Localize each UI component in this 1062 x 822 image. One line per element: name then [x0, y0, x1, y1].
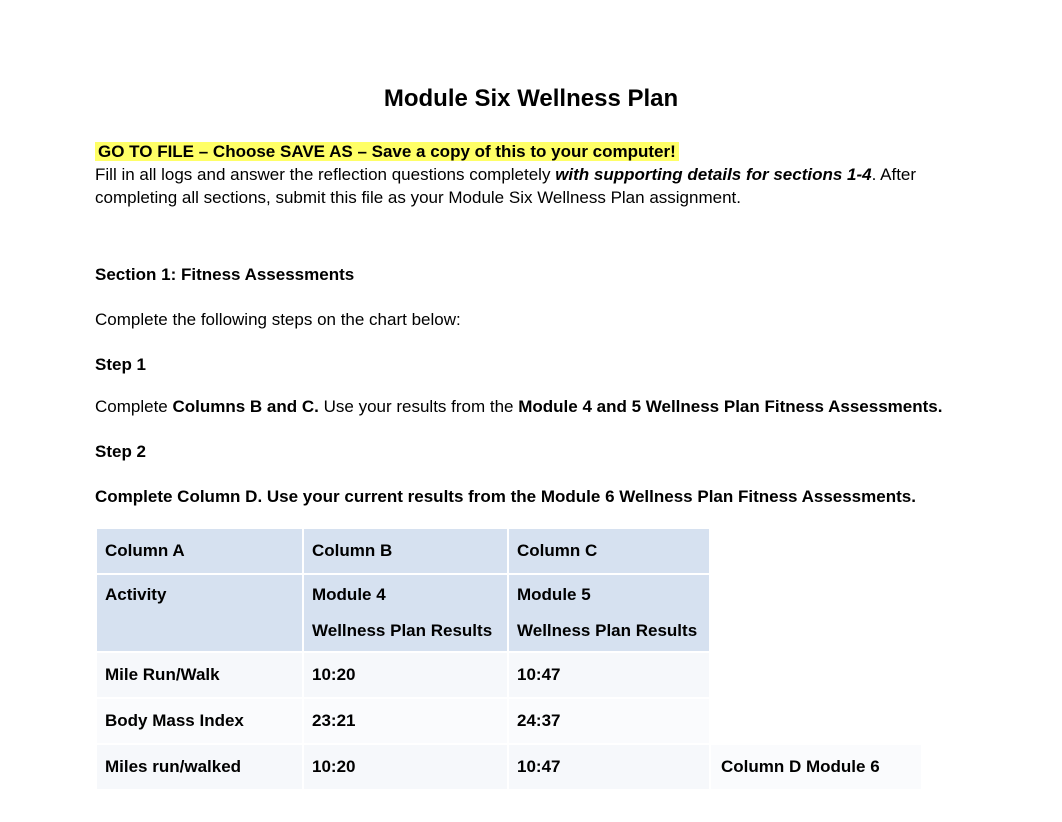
activity-cell: Body Mass Index	[97, 699, 302, 743]
col-c-header: Column C	[509, 529, 709, 573]
col-d-empty	[711, 699, 921, 743]
step-1-title: Step 1	[95, 355, 967, 375]
col-b-header: Column B	[304, 529, 507, 573]
assessment-table: Column A Column B Column C Activity Modu…	[95, 527, 923, 791]
intro-text-pre: Fill in all logs and answer the reflecti…	[95, 165, 555, 184]
module-4-cell: 10:20	[304, 653, 507, 697]
step-1-body: Complete Columns B and C. Use your resul…	[95, 397, 967, 417]
section-1-intro: Complete the following steps on the char…	[95, 310, 967, 330]
intro-block: GO TO FILE – Choose SAVE AS – Save a cop…	[95, 141, 967, 210]
module-5-cell: 10:47	[509, 653, 709, 697]
table-header-row-2: Activity Module 4 Wellness Plan Results …	[97, 575, 921, 651]
module-4-header: Module 4 Wellness Plan Results	[304, 575, 507, 651]
step-2-title: Step 2	[95, 442, 967, 462]
module-4-cell: 23:21	[304, 699, 507, 743]
table-header-row-1: Column A Column B Column C	[97, 529, 921, 573]
module-5-header: Module 5 Wellness Plan Results	[509, 575, 709, 651]
intro-emph: with supporting details for sections 1-4	[555, 165, 871, 184]
table-row: Mile Run/Walk 10:20 10:47	[97, 653, 921, 697]
module-4-label: Module 4	[312, 585, 386, 604]
step1-bold2: Module 4 and 5 Wellness Plan Fitness Ass…	[518, 397, 942, 416]
module-4-sub: Wellness Plan Results	[312, 621, 499, 641]
col-d-header-empty	[711, 529, 921, 573]
module-4-cell: 10:20	[304, 745, 507, 789]
col-d-cell: Column D Module 6	[711, 745, 921, 789]
highlight-instruction: GO TO FILE – Choose SAVE AS – Save a cop…	[95, 142, 679, 161]
table-row: Miles run/walked 10:20 10:47 Column D Mo…	[97, 745, 921, 789]
module-5-cell: 10:47	[509, 745, 709, 789]
col-d-empty	[711, 653, 921, 697]
step1-mid: Use your results from the	[319, 397, 518, 416]
page-title: Module Six Wellness Plan	[95, 85, 967, 113]
section-1-title: Section 1: Fitness Assessments	[95, 265, 967, 285]
module-5-sub: Wellness Plan Results	[517, 621, 701, 641]
activity-cell: Miles run/walked	[97, 745, 302, 789]
step1-bold1: Columns B and C.	[168, 397, 319, 416]
col-a-header: Column A	[97, 529, 302, 573]
activity-cell: Mile Run/Walk	[97, 653, 302, 697]
col-d-header2-empty	[711, 575, 921, 651]
step-2-body: Complete Column D. Use your current resu…	[95, 487, 967, 507]
table-row: Body Mass Index 23:21 24:37	[97, 699, 921, 743]
step1-pre: Complete	[95, 397, 168, 416]
module-5-cell: 24:37	[509, 699, 709, 743]
activity-header: Activity	[97, 575, 302, 651]
module-5-label: Module 5	[517, 585, 591, 604]
